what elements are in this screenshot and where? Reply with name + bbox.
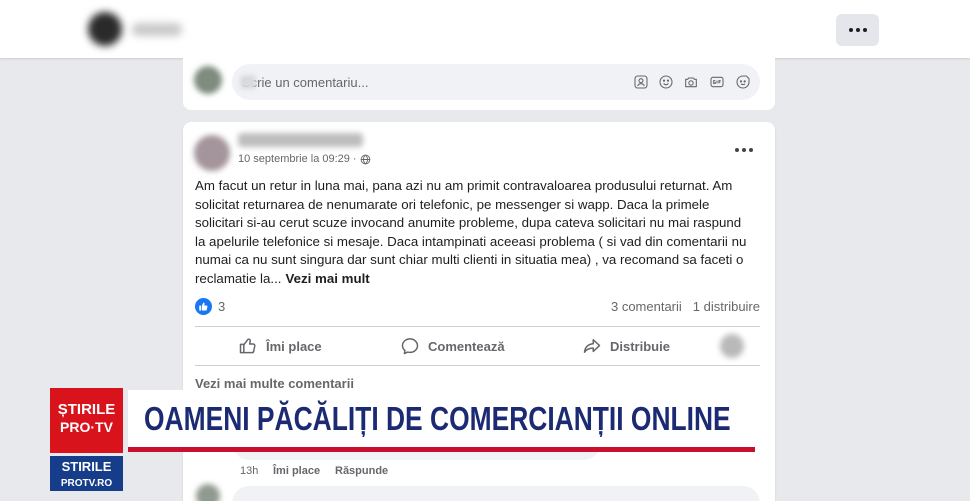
logo-line-1: ȘTIRILE [57, 401, 116, 418]
site-logo-line-2: PROTV.RO [60, 478, 113, 489]
like-reaction-icon [195, 298, 212, 315]
post-timestamp[interactable]: 10 septembrie la 09:29 [238, 153, 350, 165]
protv-news-logo: ȘTIRILE PRO·TV [50, 388, 123, 453]
post-body-line: solicitat returnarea de nenumarate ori t… [195, 196, 710, 212]
profile-name-blurred[interactable] [132, 23, 182, 36]
post-body: Am facut un retur in luna mai, pana azi … [195, 177, 746, 289]
camera-icon[interactable] [683, 74, 699, 90]
sticker-icon[interactable] [735, 74, 751, 90]
like-label: Îmi place [266, 338, 322, 354]
shares-count-link[interactable]: 1 distribuire [693, 299, 760, 314]
comment-like-link[interactable]: Îmi place [273, 465, 320, 477]
lower-third-banner: OAMENI PĂCĂLIȚI DE COMERCIANȚII ONLINE [128, 390, 755, 447]
reaction-summary[interactable]: 3 [195, 298, 225, 315]
more-icon-dot [749, 148, 753, 152]
more-icon [848, 28, 853, 32]
more-icon-dot [742, 148, 746, 152]
share-button[interactable]: Distribuie [582, 335, 670, 357]
author-name-blurred[interactable] [238, 133, 363, 147]
comment-label: Comentează [428, 338, 505, 354]
divider [195, 365, 760, 366]
more-options-button[interactable] [836, 14, 879, 46]
comment-time[interactable]: 13h [240, 465, 258, 477]
see-more-link[interactable]: Vezi mai mult [285, 271, 369, 286]
comment-input[interactable] [232, 64, 622, 100]
like-button[interactable]: Îmi place [238, 335, 322, 357]
post-body-line: numai ca nu sunt singura dar sunt chiar … [195, 252, 744, 268]
headline-red-rule [128, 447, 755, 452]
comment-bubble-icon [400, 336, 420, 356]
post-body-line: la apelurile telefonice si mesaje. Daca … [195, 233, 747, 249]
commenter-avatar-blurred [194, 66, 222, 94]
logo-line-2: PRO·TV [60, 419, 113, 435]
top-bar [0, 0, 970, 58]
post-body-line: Am facut un retur in luna mai, pana azi … [195, 178, 733, 193]
emoji-icon[interactable] [658, 74, 674, 90]
gif-icon[interactable] [709, 74, 725, 90]
view-more-comments-link[interactable]: Vezi mai multe comentarii [195, 376, 354, 391]
react-as-avatar-blurred[interactable] [720, 334, 744, 358]
news-headline: OAMENI PĂCĂLIȚI DE COMERCIANȚII ONLINE [144, 400, 731, 437]
comment-button[interactable]: Comentează [400, 335, 505, 357]
post-meta: 10 septembrie la 09:29 · [238, 153, 371, 165]
comments-count-link[interactable]: 3 comentarii [611, 299, 682, 314]
engagement-counts: 3 comentarii 1 distribuire [611, 299, 760, 314]
protv-site-logo: STIRILE PROTV.RO [50, 456, 123, 491]
previous-post-card [183, 58, 775, 110]
divider [195, 326, 760, 327]
more-icon [735, 148, 739, 152]
blur-patch [240, 75, 256, 89]
site-logo-line-1: STIRILE [61, 459, 112, 474]
author-avatar-blurred[interactable] [194, 135, 230, 171]
comment-reply-link[interactable]: Răspunde [335, 465, 388, 477]
profile-avatar-blurred[interactable] [88, 12, 122, 46]
post-body-line: reclamatie la... Vezi mai mult [195, 270, 746, 289]
bottom-comment-composer[interactable] [232, 486, 760, 501]
commenter-avatar-blurred [196, 484, 220, 501]
post-body-line-end: reclamatie la... [195, 270, 282, 286]
reaction-count: 3 [218, 299, 226, 314]
post-body-line: solicitari si-au cerut scuze invocand an… [195, 215, 742, 231]
post-more-button[interactable] [735, 148, 753, 152]
comment-composer[interactable] [232, 64, 760, 100]
more-icon-dot [862, 28, 867, 32]
more-icon-dot [855, 28, 860, 32]
thumbs-up-icon [238, 336, 258, 356]
avatar-sticker-icon[interactable] [633, 74, 649, 90]
globe-icon [360, 154, 371, 165]
share-label: Distribuie [610, 338, 670, 354]
meta-separator: · [352, 153, 357, 165]
share-arrow-icon [582, 336, 602, 356]
